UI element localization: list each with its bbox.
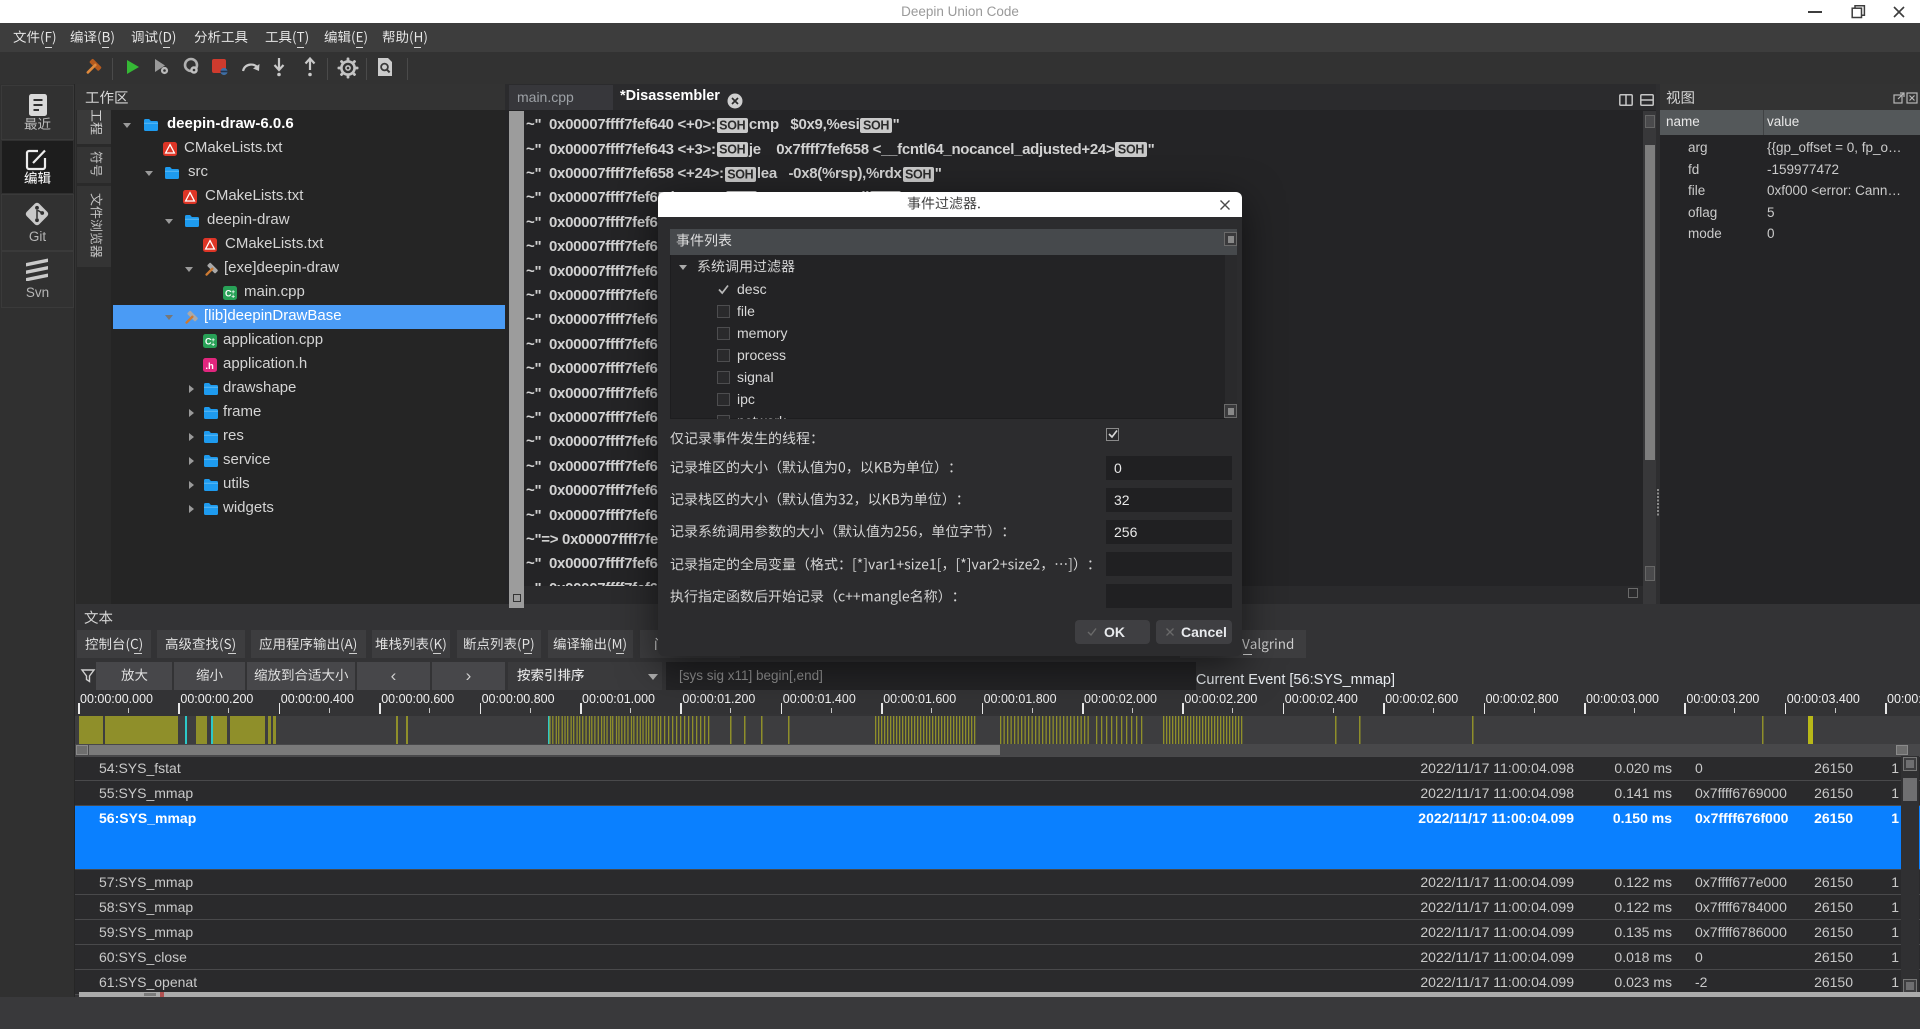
svg-text:+: + xyxy=(231,293,235,299)
svg-text:+: + xyxy=(211,341,215,347)
svg-text:.h: .h xyxy=(205,361,214,372)
